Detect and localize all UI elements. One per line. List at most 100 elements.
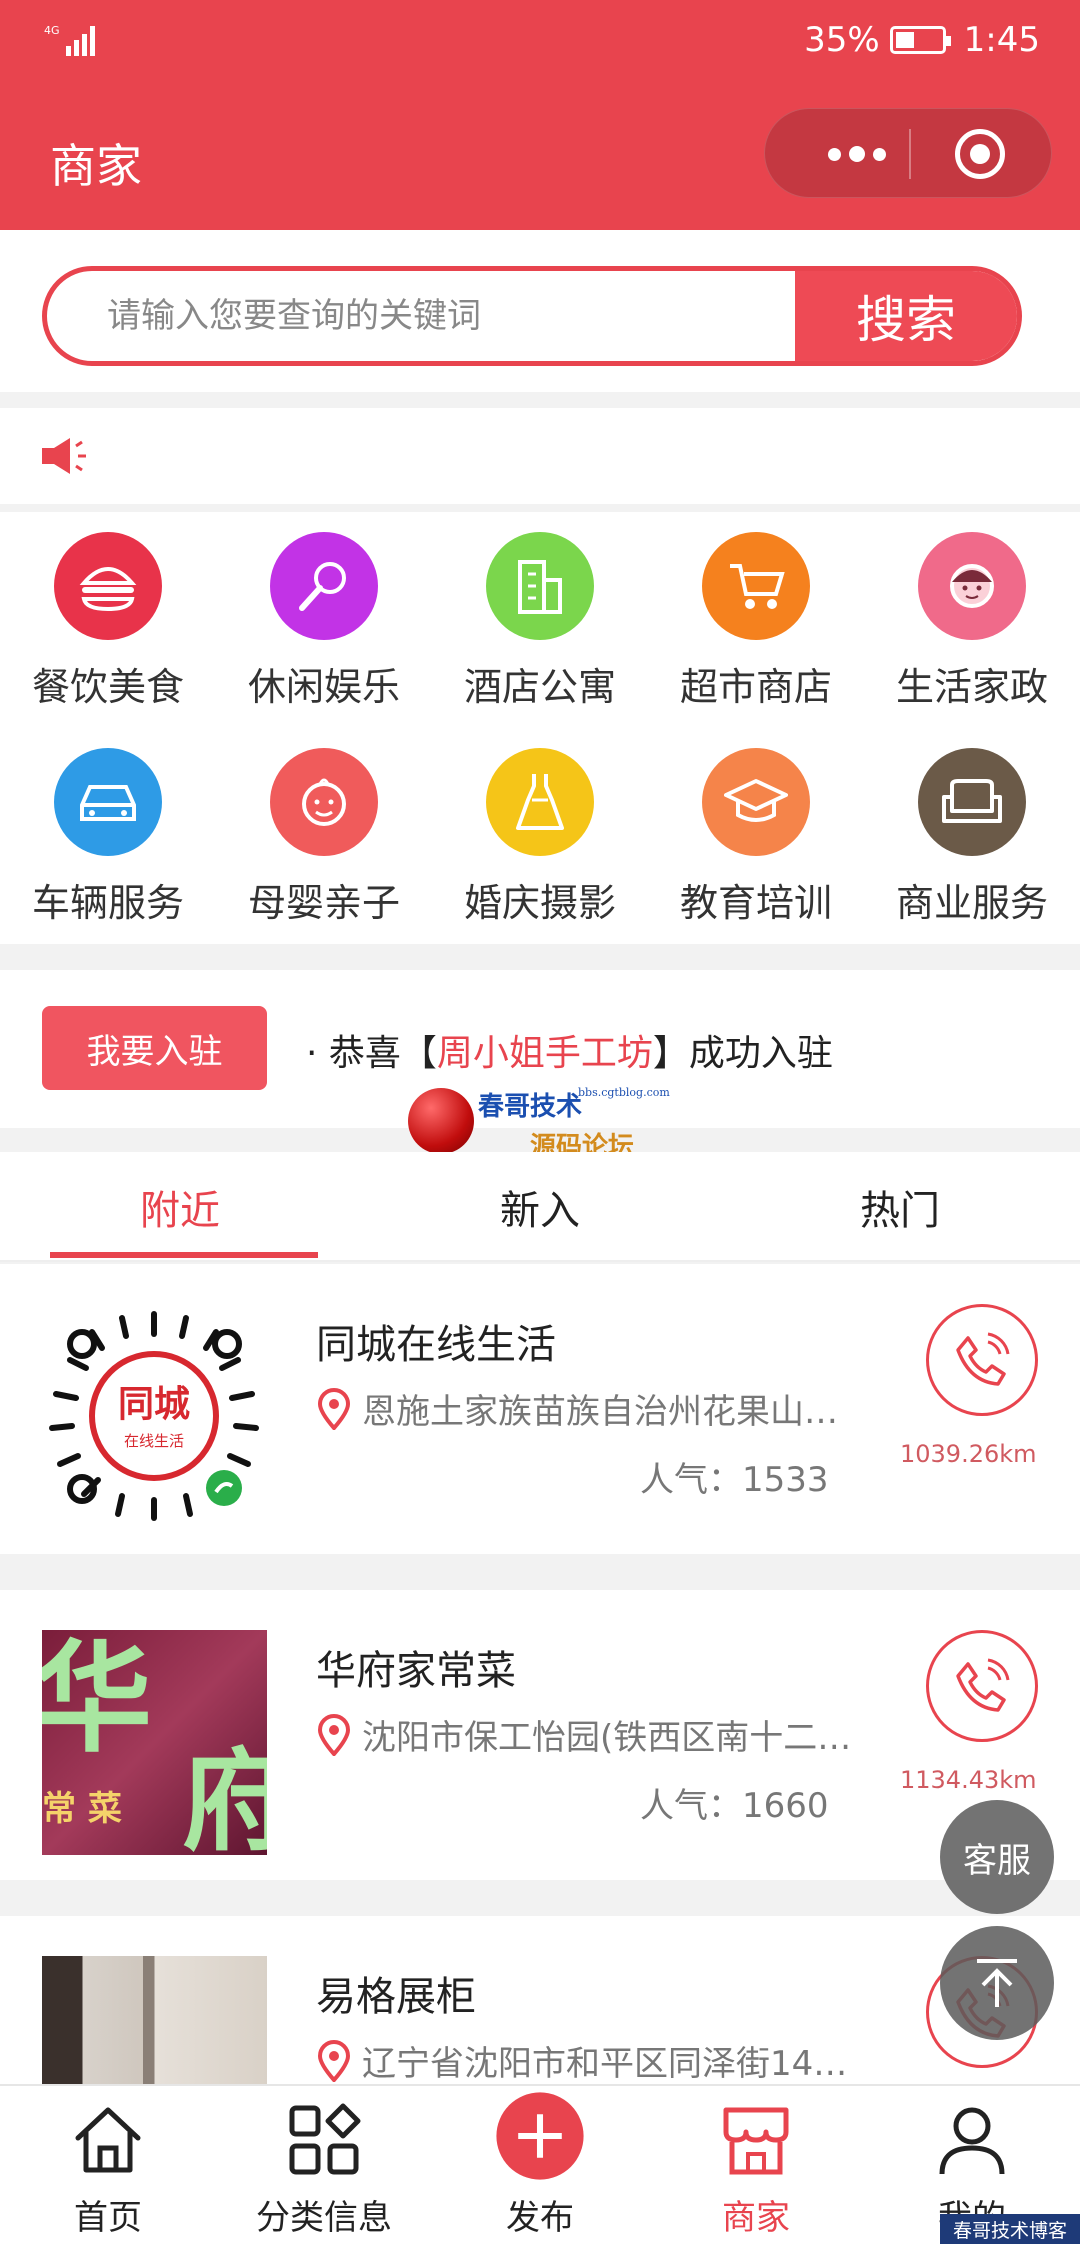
- watermark-url: bbs.cgtblog.com: [578, 1086, 670, 1099]
- close-target-icon[interactable]: [955, 129, 1005, 179]
- cart-icon: [702, 532, 810, 640]
- user-icon: [939, 2107, 1005, 2175]
- shop-distance: 1134.43km: [900, 1766, 1037, 1794]
- join-announcement: · 恭喜【周小姐手工坊】成功入驻: [306, 1024, 833, 1076]
- customer-service-button[interactable]: 客服: [940, 1800, 1054, 1914]
- shop-address-text: 辽宁省沈阳市和平区同泽街14…: [362, 2044, 848, 2084]
- tab-nearby[interactable]: 附近: [0, 1152, 360, 1262]
- building-icon: [486, 532, 594, 640]
- shop-name: 同城在线生活: [316, 1322, 556, 1368]
- svg-text:常 菜: 常 菜: [42, 1789, 122, 1829]
- tabbar-label: 商家: [722, 2198, 790, 2238]
- tabbar-shop[interactable]: 商家: [648, 2086, 864, 2244]
- home-icon: [75, 2107, 141, 2173]
- shop-popularity: 人气：1533: [640, 1460, 829, 1500]
- phone-call-button[interactable]: [926, 1304, 1038, 1416]
- category-label: 生活家政: [895, 665, 1048, 709]
- speaker-icon: [42, 438, 86, 474]
- phone-icon: [956, 1332, 1010, 1386]
- category-label: 餐饮美食: [31, 665, 184, 709]
- location-pin-icon: [317, 2039, 351, 2082]
- tabbar-publish[interactable]: 发布: [432, 2086, 648, 2244]
- location-pin-icon: [317, 1387, 351, 1430]
- tabbar-label: 分类信息: [256, 2198, 392, 2238]
- category-label: 休闲娱乐: [247, 665, 400, 709]
- watermark-text-1: 春哥技术: [478, 1092, 583, 1122]
- tabbar-category[interactable]: 分类信息: [216, 2086, 432, 2244]
- search-button[interactable]: 搜索: [795, 271, 1017, 361]
- shop-thumbnail: 同城 在线生活: [42, 1304, 267, 1529]
- battery-percent: 35%: [804, 20, 880, 60]
- more-icon[interactable]: [805, 109, 909, 199]
- category-label: 超市商店: [679, 665, 832, 709]
- category-label: 商业服务: [895, 881, 1048, 925]
- baby-icon: [270, 748, 378, 856]
- svg-text:华: 华: [42, 1630, 152, 1769]
- corner-watermark: 春哥技术博客: [940, 2214, 1080, 2244]
- category-supermarket[interactable]: 超市商店: [648, 522, 864, 738]
- signal-icon: 4G: [44, 24, 95, 56]
- tabbar-home[interactable]: 首页: [0, 2086, 216, 2244]
- category-business[interactable]: 商业服务: [864, 738, 1080, 954]
- category-grid-icon: [289, 2103, 361, 2175]
- search-box: 搜索: [42, 266, 1022, 366]
- category-label: 母婴亲子: [247, 881, 400, 925]
- microphone-icon: [270, 532, 378, 640]
- phone-call-button[interactable]: [926, 1630, 1038, 1742]
- shop-name: 华府家常菜: [316, 1648, 516, 1694]
- car-icon: [54, 748, 162, 856]
- join-prefix: · 恭喜【: [306, 1033, 437, 1074]
- clock: 1:45: [963, 20, 1040, 60]
- join-suffix: 】成功入驻: [652, 1033, 833, 1074]
- category-hotel[interactable]: 酒店公寓: [432, 522, 648, 738]
- shop-address: 辽宁省沈阳市和平区同泽街14…: [316, 2036, 876, 2085]
- search-input[interactable]: [107, 271, 827, 361]
- burger-icon: [54, 532, 162, 640]
- category-entertainment[interactable]: 休闲娱乐: [216, 522, 432, 738]
- svg-text:4G: 4G: [44, 24, 60, 37]
- svg-text:在线生活: 在线生活: [124, 1432, 184, 1450]
- shop-icon: [723, 2107, 789, 2175]
- bottom-tab-bar: 首页 分类信息 发布 商家 我的 春哥技术博客: [0, 2084, 1080, 2244]
- tab-new[interactable]: 新入: [360, 1152, 720, 1262]
- shop-address: 沈阳市保工怡园(铁西区南十二…: [316, 1710, 876, 1759]
- shop-card[interactable]: 同城 在线生活 同城在线生活 恩施土家族苗族自治州花果山… 人气：1533 10…: [0, 1264, 1080, 1554]
- back-to-top-button[interactable]: [940, 1926, 1054, 2040]
- category-education[interactable]: 教育培训: [648, 738, 864, 954]
- category-label: 车辆服务: [31, 881, 184, 925]
- miniprogram-capsule: [764, 108, 1052, 198]
- category-food[interactable]: 餐饮美食: [0, 522, 216, 738]
- notice-bar: [0, 408, 1080, 504]
- category-housekeeping[interactable]: 生活家政: [864, 522, 1080, 738]
- location-pin-icon: [317, 1713, 351, 1756]
- join-shop-name[interactable]: 周小姐手工坊: [437, 1033, 653, 1074]
- nav-bar: 商家: [0, 80, 1080, 230]
- capsule-divider: [909, 129, 911, 179]
- category-wedding[interactable]: 婚庆摄影: [432, 738, 648, 954]
- phone-icon: [956, 1658, 1010, 1712]
- status-bar: 4G 35% 1:45: [0, 0, 1080, 80]
- category-label: 酒店公寓: [463, 665, 616, 709]
- tab-underline: [50, 1252, 318, 1258]
- graduation-cap-icon: [702, 748, 810, 856]
- shop-address-text: 恩施土家族苗族自治州花果山…: [362, 1392, 838, 1432]
- category-vehicle[interactable]: 车辆服务: [0, 738, 216, 954]
- arrow-up-icon: [977, 1959, 1017, 2007]
- qr-code-icon: 同城 在线生活: [49, 1311, 259, 1521]
- shop-logo-image: 华 府 常 菜: [42, 1630, 267, 1855]
- category-label: 教育培训: [679, 881, 832, 925]
- shop-distance: 1039.26km: [900, 1440, 1037, 1468]
- join-button[interactable]: 我要入驻: [42, 1006, 267, 1090]
- search-section: 搜索: [0, 230, 1080, 392]
- shop-popularity: 人气：1660: [640, 1786, 829, 1826]
- shop-name: 易格展柜: [316, 1974, 476, 2020]
- tab-hot[interactable]: 热门: [720, 1152, 1080, 1262]
- shop-thumbnail: 华 府 常 菜: [42, 1630, 267, 1855]
- tab-bar: 附近 新入 热门: [0, 1152, 1080, 1262]
- dress-icon: [486, 748, 594, 856]
- category-maternity[interactable]: 母婴亲子: [216, 738, 432, 954]
- watermark-logo-icon: [408, 1088, 474, 1154]
- tabbar-label: 首页: [74, 2198, 142, 2238]
- shop-card[interactable]: 华 府 常 菜 华府家常菜 沈阳市保工怡园(铁西区南十二… 人气：1660 11…: [0, 1590, 1080, 1880]
- housekeeper-icon: [918, 532, 1026, 640]
